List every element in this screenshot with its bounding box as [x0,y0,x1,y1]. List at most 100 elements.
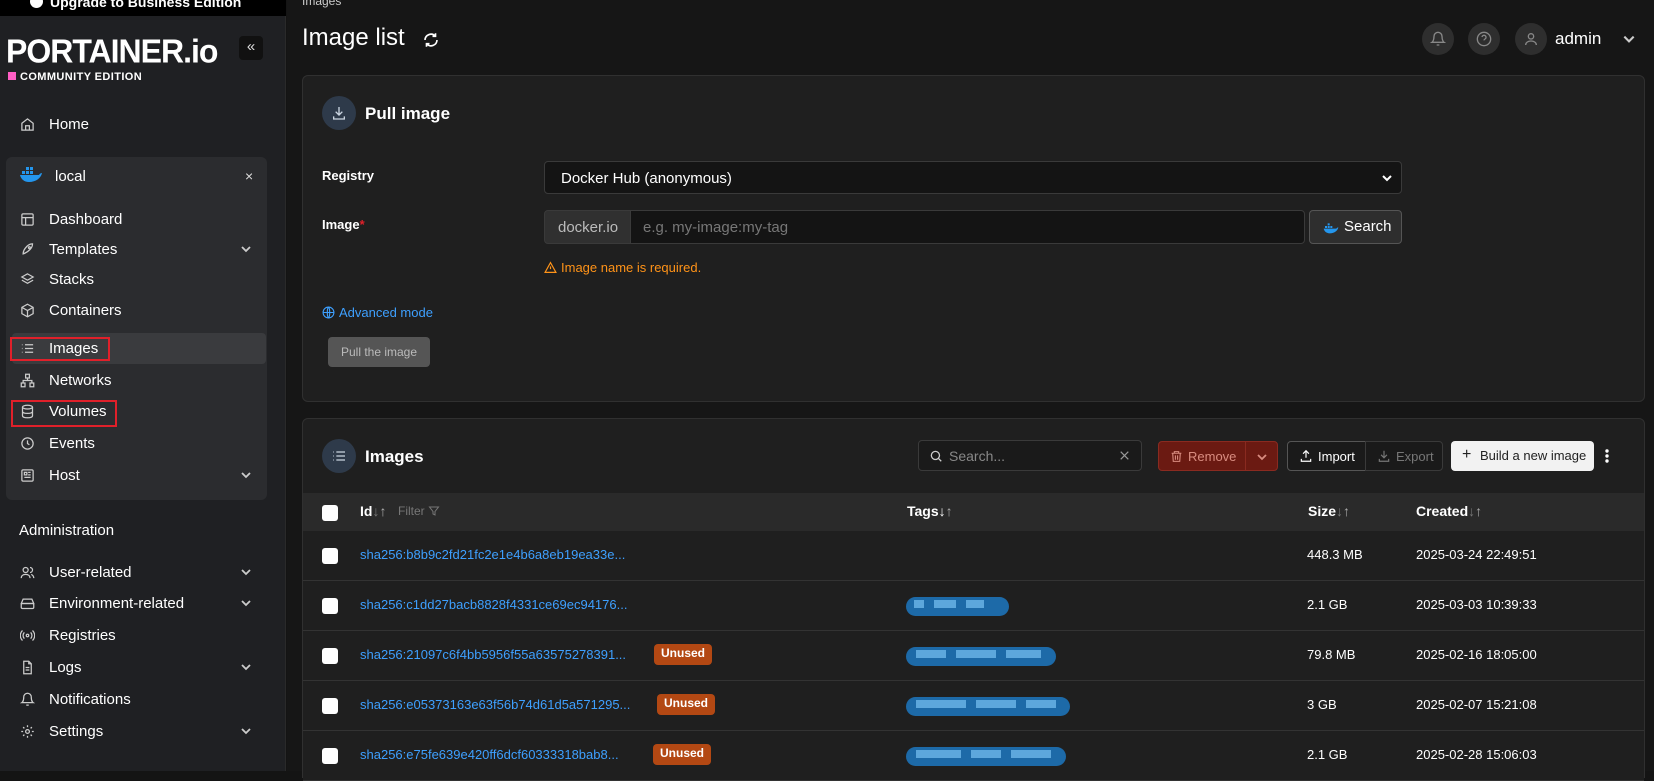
row-checkbox[interactable] [322,598,338,614]
search-icon [930,450,942,462]
table-header: Id↓↑ Filter Tags↓↑ Size↓↑ Created↓↑ [303,493,1644,531]
edition-label: COMMUNITY EDITION [8,71,142,83]
search-placeholder: Search... [949,448,1006,464]
gear-icon [21,725,34,738]
notifications-button[interactable] [1422,23,1454,55]
refresh-icon[interactable] [422,31,440,49]
filter-label: Filter [398,504,425,518]
image-id-link[interactable]: sha256:b8b9c2fd21fc2e1e4b6a8eb19ea33e... [360,547,625,562]
export-button[interactable]: Export [1365,441,1443,471]
sidebar-item-registries[interactable]: Registries [12,620,266,651]
row-checkbox[interactable] [322,748,338,764]
images-search-input[interactable]: Search... [918,440,1142,471]
plus-icon: + [1462,446,1472,463]
sidebar-item-label: Stacks [49,271,95,288]
user-name[interactable]: admin [1555,29,1601,49]
chevron-down-icon [241,600,251,607]
image-id-link[interactable]: sha256:e05373163e63f56b74d61d5a571295... [360,697,630,712]
image-tag-redacted [906,747,1066,766]
image-tag-redacted [906,647,1056,666]
import-button[interactable]: Import [1287,441,1366,471]
column-id[interactable]: Id↓↑ [360,503,386,519]
list-icon [333,451,345,461]
column-tags[interactable]: Tags↓↑ [907,503,953,519]
breadcrumb[interactable]: Images [302,0,341,8]
image-created: 2025-02-16 18:05:00 [1416,647,1537,662]
column-size[interactable]: Size↓↑ [1308,503,1350,519]
sidebar-item-label: Settings [49,723,104,740]
sidebar-item-host[interactable]: Host [12,460,266,491]
download-icon [1378,450,1390,462]
hard-drive-icon [20,598,35,610]
collapse-sidebar-button[interactable]: « [239,36,263,60]
user-avatar[interactable] [1515,23,1547,55]
image-label-text: Image [322,217,360,232]
row-checkbox[interactable] [322,548,338,564]
globe-icon [322,306,335,319]
column-size-label: Size [1308,503,1337,519]
remove-button[interactable]: Remove [1158,441,1246,471]
sidebar-item-environment-related[interactable]: Environment-related [12,588,266,619]
image-id-link[interactable]: sha256:21097c6f4bb5956f55a63575278391... [360,647,626,662]
search-image-button[interactable]: Search [1309,210,1402,244]
environment-name: local [55,168,86,185]
sidebar-item-home[interactable]: Home [12,109,266,140]
docker-whale-icon [20,167,42,182]
pull-image-button[interactable]: Pull the image [328,337,430,367]
image-tag-redacted [906,597,1009,616]
remove-options-button[interactable] [1245,441,1278,471]
sidebar-item-templates[interactable]: Templates [12,234,266,265]
registry-value: Docker Hub (anonymous) [561,170,732,187]
trash-icon [1171,451,1182,462]
image-name-input[interactable]: e.g. my-image:my-tag [630,210,1305,244]
portainer-logo[interactable]: PORTAINER.io [6,32,218,71]
image-required-warning: Image name is required. [544,260,701,275]
clear-search-icon[interactable] [1118,449,1131,462]
chevron-down-icon[interactable] [1622,32,1636,46]
image-id-link[interactable]: sha256:e75fe639e420ff6dcf60333318bab8... [360,747,619,762]
build-image-button[interactable]: + Build a new image [1451,441,1594,471]
required-mark: * [359,217,365,232]
sidebar-item-label: Registries [49,627,116,644]
sidebar-item-stacks[interactable]: Stacks [12,264,266,295]
column-created-label: Created [1416,503,1469,519]
close-environment-button[interactable]: × [245,168,253,184]
row-checkbox[interactable] [322,698,338,714]
sidebar-item-dashboard[interactable]: Dashboard [12,204,266,235]
chevron-down-icon [241,472,251,479]
upgrade-label: Upgrade to Business Edition [50,0,242,10]
clock-icon [21,437,34,450]
image-size: 2.1 GB [1307,597,1348,612]
sidebar-item-networks[interactable]: Networks [12,365,266,396]
pull-card-icon [322,96,356,130]
image-label: Image* [322,217,365,232]
table-row: sha256:e75fe639e420ff6dcf60333318bab8...… [303,731,1644,781]
chevron-down-icon [1382,175,1392,182]
sidebar-item-events[interactable]: Events [12,428,266,459]
select-all-checkbox[interactable] [322,505,338,521]
sidebar-item-containers[interactable]: Containers [12,295,266,326]
image-id-link[interactable]: sha256:c1dd27bacb8828f4331ce69ec94176... [360,597,627,612]
sidebar-item-logs[interactable]: Logs [12,652,266,683]
sidebar-item-settings[interactable]: Settings [12,716,266,747]
advanced-mode-link[interactable]: Advanced mode [322,305,433,320]
sidebar-item-user-related[interactable]: User-related [12,557,266,588]
registry-select[interactable]: Docker Hub (anonymous) [544,161,1402,194]
more-options-icon[interactable] [1605,449,1609,463]
table-row: sha256:c1dd27bacb8828f4331ce69ec94176...… [303,581,1644,631]
id-filter[interactable]: Filter [398,504,440,518]
row-checkbox[interactable] [322,648,338,664]
highlight-volumes [11,400,117,427]
user-icon [1525,33,1537,46]
upgrade-banner[interactable]: Upgrade to Business Edition [0,0,286,16]
column-created[interactable]: Created↓↑ [1416,503,1482,519]
image-created: 2025-02-28 15:06:03 [1416,747,1537,762]
help-button[interactable] [1468,23,1500,55]
help-icon [1476,31,1492,47]
box-icon [21,303,34,318]
home-icon [21,118,34,131]
sidebar-item-notifications[interactable]: Notifications [12,684,266,715]
upload-icon [1300,449,1312,462]
image-created: 2025-03-24 22:49:51 [1416,547,1537,562]
sidebar-item-label: Environment-related [49,595,185,612]
